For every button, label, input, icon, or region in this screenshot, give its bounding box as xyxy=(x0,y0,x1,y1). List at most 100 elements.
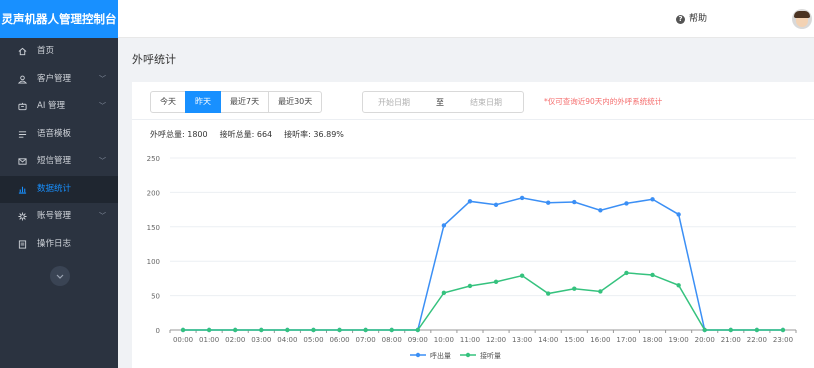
data-point xyxy=(389,327,394,333)
sidebar-item-3[interactable]: 语音模板 xyxy=(0,121,118,149)
sidebar-item-label: 账号管理 xyxy=(37,211,72,221)
gear-icon xyxy=(18,212,27,221)
answer-rate: 接听率: 36.89% xyxy=(284,129,344,140)
end-date-input[interactable]: 结束日期 xyxy=(455,97,517,108)
data-point xyxy=(415,327,420,333)
query-hint: *仅可查询近90天内的外呼系统统计 xyxy=(544,97,663,106)
total-calls-value: 1800 xyxy=(187,130,208,139)
x-tick-label: 09:00 xyxy=(408,336,428,344)
start-date-input[interactable]: 开始日期 xyxy=(363,97,425,108)
data-point xyxy=(624,201,629,206)
data-point xyxy=(598,208,603,213)
sidebar-item-7[interactable]: 操作日志 xyxy=(0,231,118,259)
data-point xyxy=(259,327,264,333)
chevron-down-icon: ﹀ xyxy=(99,102,106,110)
data-point xyxy=(233,327,238,333)
x-tick-label: 16:00 xyxy=(590,336,610,344)
help-icon: ? xyxy=(676,14,685,24)
data-point xyxy=(363,327,368,333)
sidebar-item-label: 客户管理 xyxy=(37,73,72,84)
data-point xyxy=(676,212,681,217)
mail-icon xyxy=(18,157,27,166)
answered-calls: 接听总量: 664 xyxy=(220,129,273,140)
sidebar-item-6[interactable]: 账号管理 ﹀ xyxy=(0,203,118,231)
sidebar-item-0[interactable]: 首页 xyxy=(0,38,118,66)
x-tick-label: 11:00 xyxy=(460,336,480,344)
legend-swatch-point xyxy=(415,352,421,358)
top-bar: 灵声机器人管理控制台 ? 帮助 xyxy=(0,0,814,38)
avatar[interactable] xyxy=(792,9,812,29)
robot-icon xyxy=(18,102,27,111)
y-tick-label: 50 xyxy=(151,293,160,301)
data-point xyxy=(728,327,733,333)
help-link[interactable]: ? 帮助 xyxy=(676,0,707,38)
data-point xyxy=(650,272,655,278)
x-tick-label: 10:00 xyxy=(434,336,454,344)
data-point xyxy=(754,327,760,333)
y-tick-label: 200 xyxy=(147,189,160,197)
x-tick-label: 08:00 xyxy=(382,336,402,344)
data-point xyxy=(441,290,447,296)
chevron-down-icon: ﹀ xyxy=(99,212,106,220)
x-tick-label: 17:00 xyxy=(616,336,636,344)
sidebar-item-label: 数据统计 xyxy=(37,183,72,194)
sidebar-item-label: 操作日志 xyxy=(37,238,72,249)
data-point xyxy=(572,286,577,291)
data-point xyxy=(676,283,681,288)
sidebar-item-label: 首页 xyxy=(37,46,55,56)
app-title[interactable]: 灵声机器人管理控制台 xyxy=(0,0,118,38)
x-tick-label: 23:00 xyxy=(773,336,793,344)
collapse-button[interactable] xyxy=(50,266,70,286)
answered-calls-label: 接听总量: xyxy=(219,130,255,139)
data-point xyxy=(311,327,316,333)
data-point xyxy=(546,200,551,205)
sidebar-item-2[interactable]: AI 管理 ﹀ xyxy=(0,93,118,121)
y-tick-label: 150 xyxy=(147,224,160,232)
x-tick-label: 20:00 xyxy=(695,336,715,344)
data-point xyxy=(493,202,499,207)
data-point xyxy=(572,199,577,205)
sidebar-item-label: 语音模板 xyxy=(37,128,72,139)
sidebar-menu: 首页客户管理 ﹀ AI 管理 ﹀ 语音模板短信管理 ﹀ 数据统计账号管理 ﹀ 操作日志 xyxy=(0,38,118,258)
date-range-picker[interactable]: 开始日期 至 结束日期 xyxy=(362,91,524,113)
data-point xyxy=(519,195,525,201)
data-point xyxy=(493,279,499,285)
filter-button-0[interactable]: 今天 xyxy=(150,91,186,113)
x-tick-label: 22:00 xyxy=(747,336,767,344)
data-point xyxy=(285,327,290,333)
sidebar-item-4[interactable]: 短信管理 ﹀ xyxy=(0,148,118,176)
data-point xyxy=(780,327,786,333)
x-tick-label: 05:00 xyxy=(303,336,323,344)
avatar-hair xyxy=(794,11,810,18)
x-tick-label: 03:00 xyxy=(251,336,271,344)
sidebar: 首页客户管理 ﹀ AI 管理 ﹀ 语音模板短信管理 ﹀ 数据统计账号管理 ﹀ 操作日志 xyxy=(0,38,118,368)
sidebar-item-1[interactable]: 客户管理 ﹀ xyxy=(0,66,118,94)
sidebar-item-label: AI 管理 xyxy=(37,101,66,111)
page-title: 外呼统计 xyxy=(118,38,814,82)
x-tick-label: 13:00 xyxy=(512,336,532,344)
data-point xyxy=(337,327,342,333)
legend-label: 呼出量 xyxy=(430,351,451,360)
filter-button-2[interactable]: 最近7天 xyxy=(220,91,270,113)
data-point xyxy=(598,289,603,294)
chevron-down-icon: ﹀ xyxy=(99,74,106,83)
filter-button-1[interactable]: 昨天 xyxy=(185,91,221,113)
answered-calls-value: 664 xyxy=(256,130,273,139)
date-separator: 至 xyxy=(436,97,444,107)
template-icon xyxy=(18,130,27,139)
data-point xyxy=(441,223,447,228)
legend-label: 接听量 xyxy=(480,351,501,360)
x-tick-label: 01:00 xyxy=(199,336,219,344)
data-point xyxy=(546,291,551,296)
x-tick-label: 12:00 xyxy=(486,336,506,344)
sidebar-item-5[interactable]: 数据统计 xyxy=(0,175,118,203)
total-calls-label: 外呼总量: xyxy=(150,130,185,139)
data-point xyxy=(206,327,212,333)
user-icon xyxy=(18,75,27,84)
x-tick-label: 02:00 xyxy=(225,336,245,344)
filter-button-3[interactable]: 最近30天 xyxy=(268,91,323,113)
date-quick-filter: 今天 昨天 最近7天 最近30天 xyxy=(150,91,323,113)
x-tick-label: 15:00 xyxy=(564,336,584,344)
data-point xyxy=(180,327,186,333)
bar-chart-icon xyxy=(18,185,27,194)
